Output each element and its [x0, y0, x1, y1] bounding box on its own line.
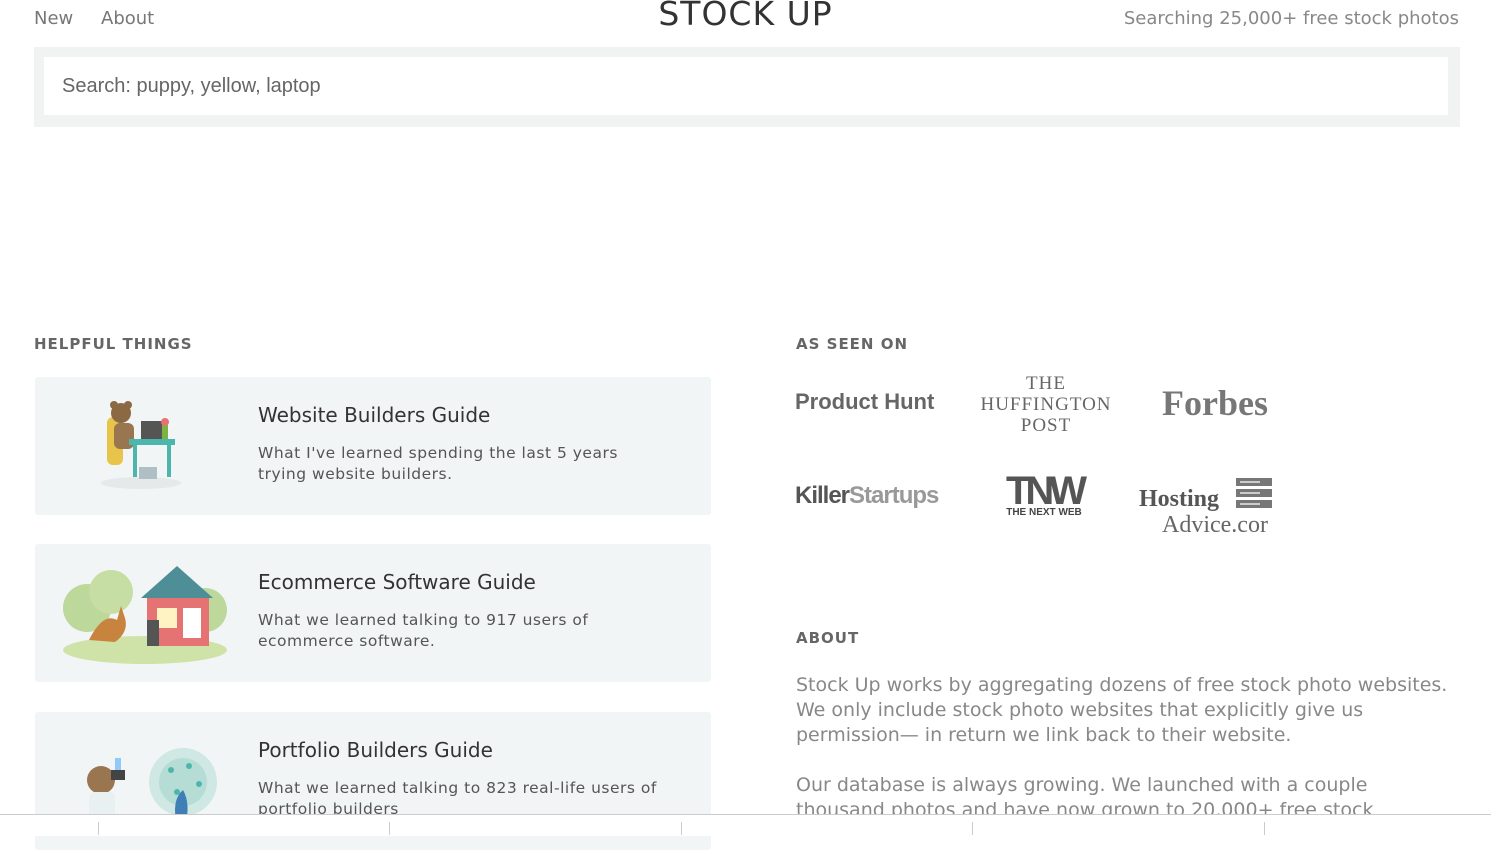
bottom-divider: [98, 822, 99, 835]
tagline: Searching 25,000+ free stock photos: [1123, 8, 1459, 29]
guide-card-website-builders[interactable]: Website Builders Guide What I've learned…: [35, 377, 711, 515]
as-seen-on-heading: AS SEEN ON: [796, 335, 909, 353]
search-input[interactable]: [44, 57, 1448, 115]
about-heading: ABOUT: [796, 629, 860, 647]
huffington-post-logo: THE HUFFINGTON POST: [980, 373, 1112, 436]
server-rack-icon: [1236, 478, 1272, 508]
card-description: What we learned talking to 917 users of …: [258, 611, 589, 650]
bottom-divider: [1264, 822, 1265, 835]
about-paragraph-1: Stock Up works by aggregating dozens of …: [796, 674, 1448, 746]
bear-desk-illustration: [101, 401, 181, 489]
guide-card-ecommerce-software[interactable]: Ecommerce Software Guide What we learned…: [35, 544, 711, 682]
bottom-divider: [389, 822, 390, 835]
card-description: What I've learned spending the last 5 ye…: [258, 444, 618, 483]
search-bar: [34, 47, 1460, 127]
forbes-logo: Forbes: [1162, 383, 1268, 423]
product-hunt-logo: Product Hunt: [795, 389, 935, 414]
bottom-divider: [681, 822, 682, 835]
bottom-divider: [972, 822, 973, 835]
hosting-advice-logo: Hosting Advice.cor: [1139, 474, 1275, 540]
card-title: Ecommerce Software Guide: [258, 570, 536, 594]
card-title: Portfolio Builders Guide: [258, 738, 493, 762]
card-title: Website Builders Guide: [258, 403, 491, 427]
helpful-things-heading: HELPFUL THINGS: [34, 335, 193, 353]
killer-startups-logo: KillerStartups: [795, 482, 939, 509]
kangaroo-shop-illustration: [63, 566, 227, 664]
the-next-web-logo: TNW THE NEXT WEB: [1005, 469, 1087, 518]
bottom-bar: [0, 814, 1491, 836]
